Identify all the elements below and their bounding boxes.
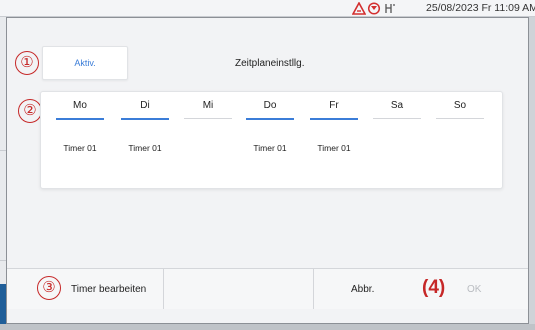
day-label: So (453, 100, 467, 111)
annotation-marker-1: ① (15, 51, 39, 75)
day-label: Sa (390, 100, 404, 111)
day-label: Mi (202, 100, 214, 111)
schedule-dialog: ① Aktiv. Zeitplaneinstllg. ② Mo Di Mi Do… (6, 17, 529, 324)
divider (163, 269, 164, 309)
day-tab-so[interactable]: So (436, 100, 484, 119)
annotation-marker-2: ② (18, 99, 42, 123)
warning-triangle-icon (352, 1, 366, 15)
day-label: Mo (73, 100, 87, 111)
day-underline (56, 118, 104, 120)
filter-icon (367, 1, 381, 15)
day-tab-mi[interactable]: Mi (184, 100, 232, 119)
status-bar: 25/08/2023 Fr 11:09 AM (0, 0, 535, 17)
day-underline (436, 118, 484, 119)
bottom-action-bar: ③ Timer bearbeiten Abbr. (4) OK (7, 268, 528, 309)
edit-timer-button[interactable]: Timer bearbeiten (71, 284, 146, 295)
day-tab-do[interactable]: Do (246, 100, 294, 120)
annotation-marker-3: ③ (37, 276, 61, 300)
timer-label-mo: Timer 01 (63, 143, 97, 153)
datetime-display: 25/08/2023 Fr 11:09 AM (426, 2, 535, 14)
day-underline (246, 118, 294, 120)
timer-label-fr: Timer 01 (317, 143, 351, 153)
day-tab-di[interactable]: Di (121, 100, 169, 120)
annotation-label-4: (4) (422, 277, 446, 298)
weekday-selector: Mo Di Mi Do Fr Sa So Timer 01 Timer 01 T… (40, 91, 503, 189)
ok-button[interactable]: OK (467, 284, 481, 295)
day-label: Do (263, 100, 277, 111)
day-label: Fr (329, 100, 339, 111)
cancel-button[interactable]: Abbr. (351, 284, 374, 295)
day-tab-fr[interactable]: Fr (310, 100, 358, 120)
timer-label-di: Timer 01 (128, 143, 162, 153)
timer-label-do: Timer 01 (253, 143, 287, 153)
day-tab-mo[interactable]: Mo (56, 100, 104, 120)
day-underline (121, 118, 169, 120)
dialog-title: Zeitplaneinstllg. (235, 58, 305, 69)
status-icons (352, 0, 396, 16)
day-underline (184, 118, 232, 119)
day-underline (310, 118, 358, 120)
bottom-strip (0, 324, 535, 330)
water-icon (382, 2, 396, 15)
active-button[interactable]: Aktiv. (42, 46, 128, 80)
divider (313, 269, 314, 309)
day-underline (373, 118, 421, 119)
day-tab-sa[interactable]: Sa (373, 100, 421, 119)
day-label: Di (140, 100, 150, 111)
